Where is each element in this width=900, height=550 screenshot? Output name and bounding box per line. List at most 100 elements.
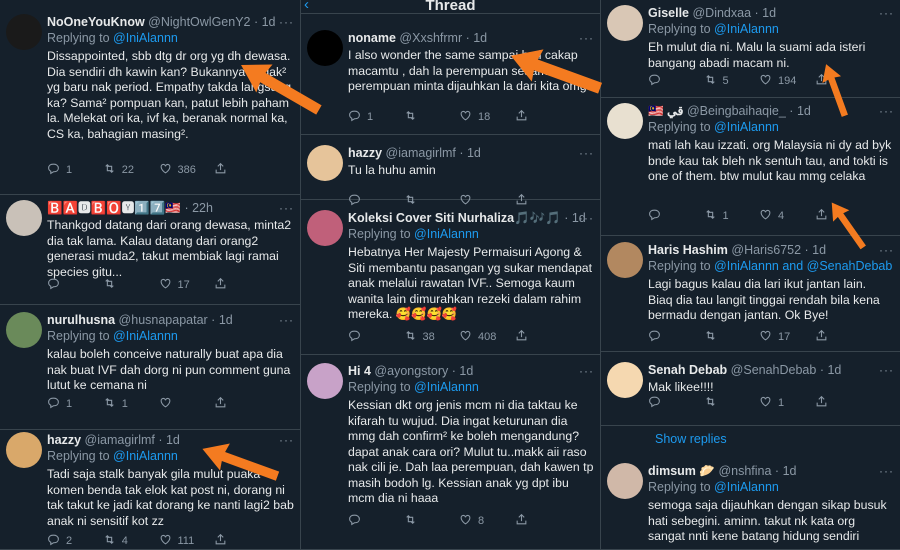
like-button[interactable] [159, 396, 215, 412]
share-button[interactable] [515, 109, 571, 125]
display-name[interactable]: dimsum 🥟 [648, 464, 715, 478]
like-button[interactable]: 386 [159, 162, 215, 178]
retweet-button[interactable]: 1 [704, 208, 760, 224]
retweet-button[interactable] [704, 329, 760, 345]
handle[interactable]: @nshfina [718, 464, 771, 478]
reply-button[interactable] [648, 208, 704, 224]
avatar[interactable] [6, 200, 42, 236]
display-name[interactable]: Hi 4 [348, 364, 371, 378]
display-name[interactable]: Koleksi Cover Siti Nurhaliza🎵🎶🎵 [348, 211, 561, 225]
reply-button[interactable] [648, 329, 704, 345]
avatar[interactable] [307, 210, 343, 246]
timestamp[interactable]: 1d [166, 433, 180, 447]
tweet[interactable]: hazzy @iamagirlmf · 1d ··· Replying to @In… [0, 430, 300, 550]
like-button[interactable]: 8 [459, 513, 515, 529]
display-name[interactable]: Giselle [648, 6, 689, 20]
more-options-icon[interactable]: ··· [279, 14, 294, 30]
more-options-icon[interactable]: ··· [879, 242, 894, 258]
like-button[interactable]: 111 [159, 533, 215, 549]
tweet[interactable]: 🅱️🅰️🅳🅱️🅾️🆈1️⃣7️⃣🇲🇾 · 22h ··· Thankgod data… [0, 195, 300, 305]
avatar[interactable] [307, 30, 343, 66]
more-options-icon[interactable]: ··· [279, 312, 294, 328]
retweet-button[interactable]: 22 [103, 162, 159, 178]
display-name[interactable]: hazzy [47, 433, 81, 447]
share-button[interactable] [815, 73, 871, 89]
replying-to-link[interactable]: @IniAlannn [414, 380, 479, 394]
reply-button[interactable] [348, 329, 404, 345]
handle[interactable]: @NightOwlGenY2 [148, 15, 250, 29]
handle[interactable]: @iamagirlmf [85, 433, 155, 447]
tweet[interactable]: Senah Debab @SenahDebab · 1d ··· Mak likee… [601, 352, 900, 426]
more-options-icon[interactable]: ··· [879, 463, 894, 479]
replying-to-link[interactable]: @IniAlannn and @SenahDebab [714, 259, 892, 273]
timestamp[interactable]: 22h [192, 201, 213, 215]
replying-to-link[interactable]: @IniAlannn [113, 449, 178, 463]
more-options-icon[interactable]: ··· [879, 5, 894, 21]
display-name[interactable]: noname [348, 31, 396, 45]
replying-to-link[interactable]: @IniAlannn [714, 480, 779, 494]
tweet[interactable]: dimsum 🥟 @nshfina · 1d ··· Replying to @In… [601, 455, 900, 550]
timestamp[interactable]: 1d [459, 364, 473, 378]
tweet[interactable]: Haris Hashim @Haris6752 · 1d ··· Replying … [601, 236, 900, 352]
retweet-button[interactable]: 1 [103, 396, 159, 412]
timestamp[interactable]: 1d [473, 31, 487, 45]
display-name[interactable]: Senah Debab [648, 363, 727, 377]
replying-to-link[interactable]: @IniAlannn [414, 227, 479, 241]
timestamp[interactable]: 1d [467, 146, 481, 160]
tweet[interactable]: Hi 4 @ayongstory · 1d ··· Replying to @Ini… [301, 355, 600, 550]
reply-button[interactable] [348, 513, 404, 529]
tweet[interactable]: Koleksi Cover Siti Nurhaliza🎵🎶🎵 · 1d ··· R… [301, 200, 600, 355]
reply-button[interactable]: 1 [47, 162, 103, 178]
retweet-button[interactable] [103, 277, 159, 293]
retweet-button[interactable]: 5 [704, 73, 760, 89]
reply-button[interactable]: 1 [348, 109, 404, 125]
display-name[interactable]: nurulhusna [47, 313, 115, 327]
display-name[interactable]: NoOneYouKnow [47, 15, 145, 29]
show-replies-link[interactable]: Show replies [655, 432, 727, 446]
display-name[interactable]: 🅱️🅰️🅳🅱️🅾️🆈1️⃣7️⃣🇲🇾 [47, 201, 181, 215]
share-button[interactable] [515, 513, 571, 529]
like-button[interactable]: 4 [759, 208, 815, 224]
reply-button[interactable]: 1 [47, 396, 103, 412]
retweet-button[interactable] [704, 395, 760, 411]
share-button[interactable] [214, 277, 270, 293]
avatar[interactable] [6, 432, 42, 468]
replying-to-link[interactable]: @IniAlannn [113, 329, 178, 343]
like-button[interactable]: 18 [459, 109, 515, 125]
avatar[interactable] [6, 312, 42, 348]
handle[interactable]: @Xxshfrmr [399, 31, 462, 45]
reply-button[interactable] [47, 277, 103, 293]
retweet-button[interactable] [404, 109, 460, 125]
share-button[interactable] [815, 395, 871, 411]
reply-button[interactable]: 2 [47, 533, 103, 549]
avatar[interactable] [607, 242, 643, 278]
like-button[interactable]: 194 [759, 73, 815, 89]
share-button[interactable] [815, 208, 871, 224]
handle[interactable]: @ayongstory [374, 364, 448, 378]
handle[interactable]: @Dindxaa [692, 6, 751, 20]
more-options-icon[interactable]: ··· [579, 30, 594, 46]
share-button[interactable] [214, 396, 270, 412]
share-button[interactable] [214, 162, 270, 178]
more-options-icon[interactable]: ··· [879, 362, 894, 378]
reply-button[interactable] [648, 395, 704, 411]
replying-to-link[interactable]: @IniAlannn [714, 120, 779, 134]
more-options-icon[interactable]: ··· [579, 210, 594, 226]
retweet-button[interactable]: 38 [404, 329, 460, 345]
handle[interactable]: @husnapapatar [119, 313, 208, 327]
share-button[interactable] [214, 533, 270, 549]
handle[interactable]: @iamagirlmf [386, 146, 456, 160]
tweet[interactable]: nurulhusna @husnapapatar · 1d ··· Replying… [0, 305, 300, 430]
share-button[interactable] [815, 329, 871, 345]
tweet[interactable]: Giselle @Dindxaa · 1d ··· Replying to @Ini… [601, 0, 900, 98]
timestamp[interactable]: 1d [797, 104, 811, 118]
avatar[interactable] [607, 103, 643, 139]
tweet[interactable]: noname @Xxshfrmr · 1d ··· I also wonder th… [301, 15, 600, 135]
more-options-icon[interactable]: ··· [879, 103, 894, 119]
timestamp[interactable]: 1d [827, 363, 841, 377]
retweet-button[interactable] [404, 513, 460, 529]
reply-button[interactable] [648, 73, 704, 89]
display-name[interactable]: hazzy [348, 146, 382, 160]
avatar[interactable] [607, 362, 643, 398]
timestamp[interactable]: 1d [812, 243, 826, 257]
